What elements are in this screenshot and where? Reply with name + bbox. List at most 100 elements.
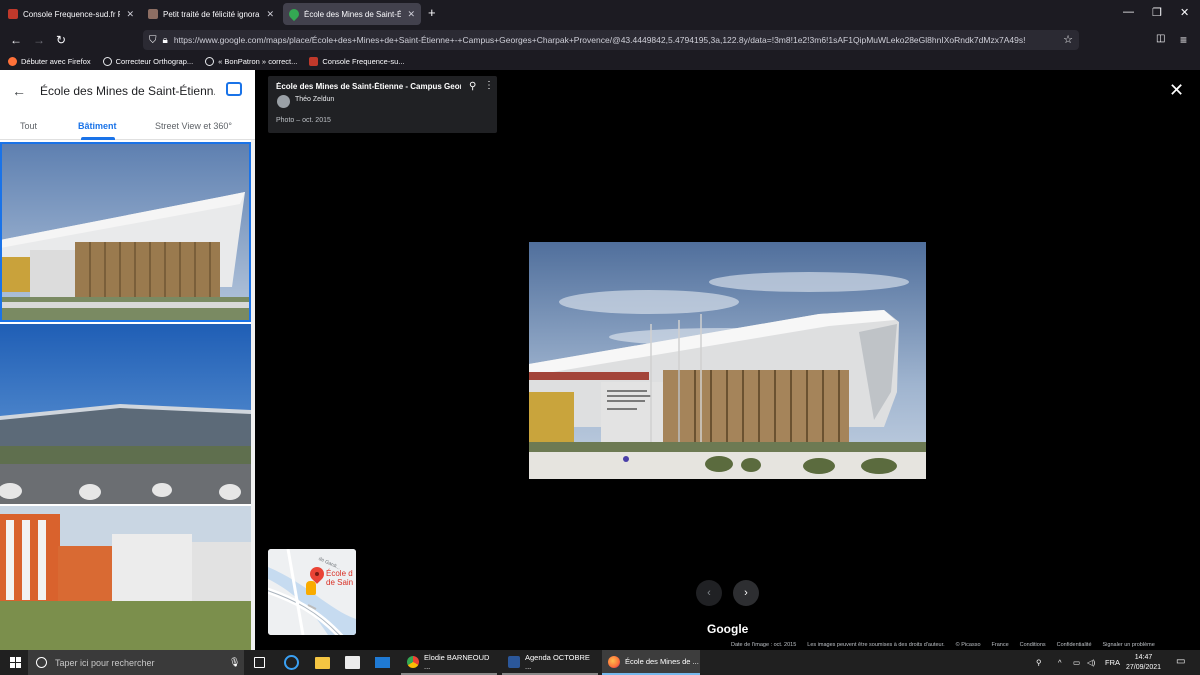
taskbar-app-chrome[interactable]: Elodie BARNEOUD ... — [401, 650, 497, 675]
minimize-button[interactable]: — — [1123, 6, 1134, 18]
location-pin-icon[interactable]: ⚲ — [469, 81, 476, 92]
close-viewer-icon[interactable]: ✕ — [1169, 80, 1184, 101]
previous-photo-button[interactable]: ‹ — [696, 580, 722, 606]
more-options-icon[interactable]: ⋮ — [484, 80, 494, 91]
back-arrow-icon[interactable]: ← — [12, 83, 26, 99]
globe-icon — [205, 56, 215, 66]
photo-author[interactable]: Théo Zeldun — [295, 96, 334, 103]
pegman-icon — [306, 581, 316, 595]
photo-thumbnail-2[interactable] — [0, 324, 251, 504]
cortana-icon — [36, 657, 47, 668]
photo-place-title[interactable]: École des Mines de Saint-Étienne - Campu… — [276, 82, 461, 91]
photo-thumbnail-3[interactable] — [0, 506, 251, 650]
photo-info-card: École des Mines de Saint-Étienne - Campu… — [268, 76, 497, 133]
globe-icon — [102, 56, 112, 66]
notifications-icon[interactable]: ▭ — [1176, 656, 1185, 667]
photo-thumbnail-1[interactable] — [0, 142, 251, 322]
lock-icon[interactable]: 🔒︎ — [163, 35, 168, 46]
place-title: École des Mines de Saint-Étienn... — [40, 84, 215, 98]
tab-petit-traite[interactable]: Petit traité de félicité ignorante ✕ — [142, 3, 280, 25]
mini-map[interactable]: École d de Sain de Gardi... — [268, 549, 356, 635]
report-problem-link[interactable]: Signaler un problème — [1103, 642, 1155, 648]
next-photo-button[interactable]: › — [733, 580, 759, 606]
copyright-holder: © Picasso — [955, 642, 981, 648]
address-bar[interactable]: ⛉ 🔒︎ https://www.google.com/maps/place/É… — [143, 30, 1079, 50]
task-view-icon[interactable] — [254, 657, 265, 668]
pocket-icon[interactable]: ◫ — [1156, 33, 1165, 44]
show-hidden-icons-chevron-icon[interactable]: ^ — [1058, 658, 1062, 667]
viewer-footer: Date de l'image : oct. 2015 Les images p… — [731, 642, 1166, 648]
terms-link[interactable]: Conditions — [1020, 642, 1046, 648]
map-place-label-2: de Sain — [326, 578, 354, 587]
tab-console[interactable]: Console Frequence-sud.fr Pro ✕ — [2, 3, 140, 25]
back-arrow-icon[interactable]: ← — [10, 33, 22, 47]
photo-category-tabs: Tout Bâtiment Street View et 360° — [0, 112, 255, 140]
taskbar-app-label: Elodie BARNEOUD ... — [424, 652, 490, 671]
campus-exterior-photo — [0, 324, 251, 504]
reload-icon[interactable]: ↻ — [56, 33, 66, 47]
console-favicon-icon — [309, 56, 319, 66]
tab-tout[interactable]: Tout — [20, 121, 37, 131]
close-tab-icon[interactable]: ✕ — [407, 9, 415, 20]
tab-strip: Console Frequence-sud.fr Pro ✕ Petit tra… — [0, 0, 1200, 28]
file-explorer-icon[interactable] — [315, 657, 330, 669]
navigation-bar: ← → ↻ ⛉ 🔒︎ https://www.google.com/maps/p… — [0, 28, 1200, 52]
bookmark-bonpatron[interactable]: « BonPatron » correct... — [205, 56, 297, 66]
windows-taskbar: Taper ici pour rechercher 🎙︎ Elodie BARN… — [0, 650, 1200, 675]
bookmark-label: Débuter avec Firefox — [21, 56, 91, 66]
url-text[interactable]: https://www.google.com/maps/place/École+… — [174, 35, 1044, 45]
tab-street-view[interactable]: Street View et 360° — [155, 121, 232, 131]
clock-date: 27/09/2021 — [1126, 664, 1162, 671]
tab-ecole-des-mines[interactable]: École des Mines de Saint-Étienne ✕ — [283, 3, 421, 25]
chrome-icon — [407, 655, 419, 668]
tab-label: Console Frequence-sud.fr Pro — [23, 9, 121, 19]
restore-button[interactable]: ❐ — [1152, 6, 1162, 19]
firefox-icon — [608, 655, 620, 668]
bookmark-star-icon[interactable]: ☆ — [1063, 33, 1073, 46]
close-tab-icon[interactable]: ✕ — [126, 9, 134, 20]
region-link[interactable]: France — [992, 642, 1009, 648]
console-favicon-icon — [8, 9, 18, 19]
map-place-label: École d — [326, 569, 353, 578]
bookmark-correcteur[interactable]: Correcteur Orthograp... — [102, 56, 194, 66]
photo-date: Photo – oct. 2015 — [276, 117, 331, 124]
taskbar-search[interactable]: Taper ici pour rechercher — [28, 650, 244, 675]
forward-arrow-icon[interactable]: → — [33, 33, 45, 47]
edge-icon[interactable] — [284, 655, 299, 670]
shield-icon[interactable]: ⛉ — [149, 35, 157, 46]
menu-icon[interactable]: ≡ — [1180, 33, 1187, 47]
photos-sidebar: ← École des Mines de Saint-Étienn... Tou… — [0, 70, 255, 650]
mail-icon[interactable] — [375, 657, 390, 668]
store-icon[interactable] — [345, 656, 360, 669]
book-favicon-icon — [148, 9, 158, 19]
taskbar-app-firefox[interactable]: École des Mines de ... — [602, 650, 700, 675]
copyright-notice: Les images peuvent être soumises à des d… — [807, 642, 945, 648]
add-photo-camera-icon[interactable] — [226, 82, 242, 96]
system-clock[interactable]: 14:47 27/09/2021 — [1126, 653, 1161, 673]
privacy-link[interactable]: Confidentialité — [1057, 642, 1092, 648]
maps-favicon-icon — [286, 6, 302, 22]
people-icon[interactable]: ⚲ — [1036, 658, 1042, 667]
clock-time: 14:47 — [1134, 654, 1153, 661]
volume-icon[interactable]: ◁) — [1087, 658, 1095, 667]
google-logo: Google — [707, 622, 749, 636]
input-language[interactable]: FRA — [1105, 658, 1120, 667]
close-window-button[interactable]: ✕ — [1180, 6, 1189, 19]
map-place-pin-dot — [315, 572, 319, 576]
avatar[interactable] — [277, 95, 290, 108]
close-tab-icon[interactable]: ✕ — [266, 9, 274, 20]
tab-batiment[interactable]: Bâtiment — [78, 121, 117, 131]
bookmark-console[interactable]: Console Frequence-su... — [309, 56, 405, 66]
taskbar-app-label: École des Mines de ... — [625, 657, 699, 666]
firefox-icon — [8, 56, 17, 66]
main-photo[interactable] — [529, 242, 926, 479]
network-icon[interactable]: ▭ — [1073, 658, 1080, 667]
bookmark-label: Console Frequence-su... — [322, 56, 405, 66]
bookmark-firefox[interactable]: Débuter avec Firefox — [8, 56, 91, 66]
image-date: Date de l'image : oct. 2015 — [731, 642, 797, 648]
microphone-icon[interactable]: 🎙︎ — [229, 657, 240, 668]
windows-start-icon[interactable] — [10, 657, 21, 668]
taskbar-app-word[interactable]: Agenda OCTOBRE ... — [502, 650, 598, 675]
new-tab-button[interactable]: + — [428, 5, 436, 20]
bookmark-label: Correcteur Orthograp... — [115, 56, 194, 66]
